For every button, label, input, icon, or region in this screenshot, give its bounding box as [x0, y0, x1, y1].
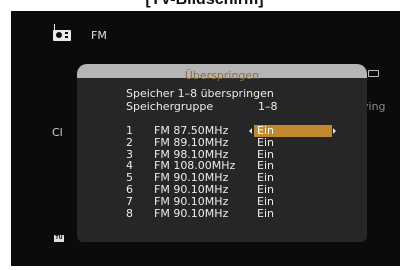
- preset-group-value: 1–8: [258, 100, 278, 113]
- background-text-left: Cl: [52, 126, 63, 139]
- dialog-header: Überspringen: [77, 64, 367, 82]
- arrow-right-icon[interactable]: [333, 128, 336, 134]
- preset-number: 8: [126, 207, 133, 220]
- screen-caption: [TV-Bildschirm]: [0, 0, 409, 9]
- tv-screen: FM Cl ying TU Überspringen Speicher 1–8 …: [11, 11, 400, 266]
- arrow-left-icon[interactable]: [249, 128, 252, 134]
- background-indicator-icon: [368, 70, 379, 77]
- radio-icon: [53, 24, 71, 41]
- preset-frequency: FM 90.10MHz: [154, 207, 229, 220]
- preset-setting: Ein: [257, 207, 274, 220]
- preset-group-option[interactable]: Speichergruppe: [126, 101, 213, 113]
- tuner-badge-icon: TU: [54, 235, 64, 242]
- source-label: FM: [91, 29, 107, 42]
- memory-skip-option[interactable]: Speicher 1–8 überspringen: [126, 88, 274, 100]
- dialog-body: Speicher 1–8 überspringen Speichergruppe…: [77, 78, 367, 242]
- preset-group-label: Speichergruppe: [126, 100, 214, 113]
- skip-dialog: Überspringen Speicher 1–8 überspringen S…: [77, 64, 367, 242]
